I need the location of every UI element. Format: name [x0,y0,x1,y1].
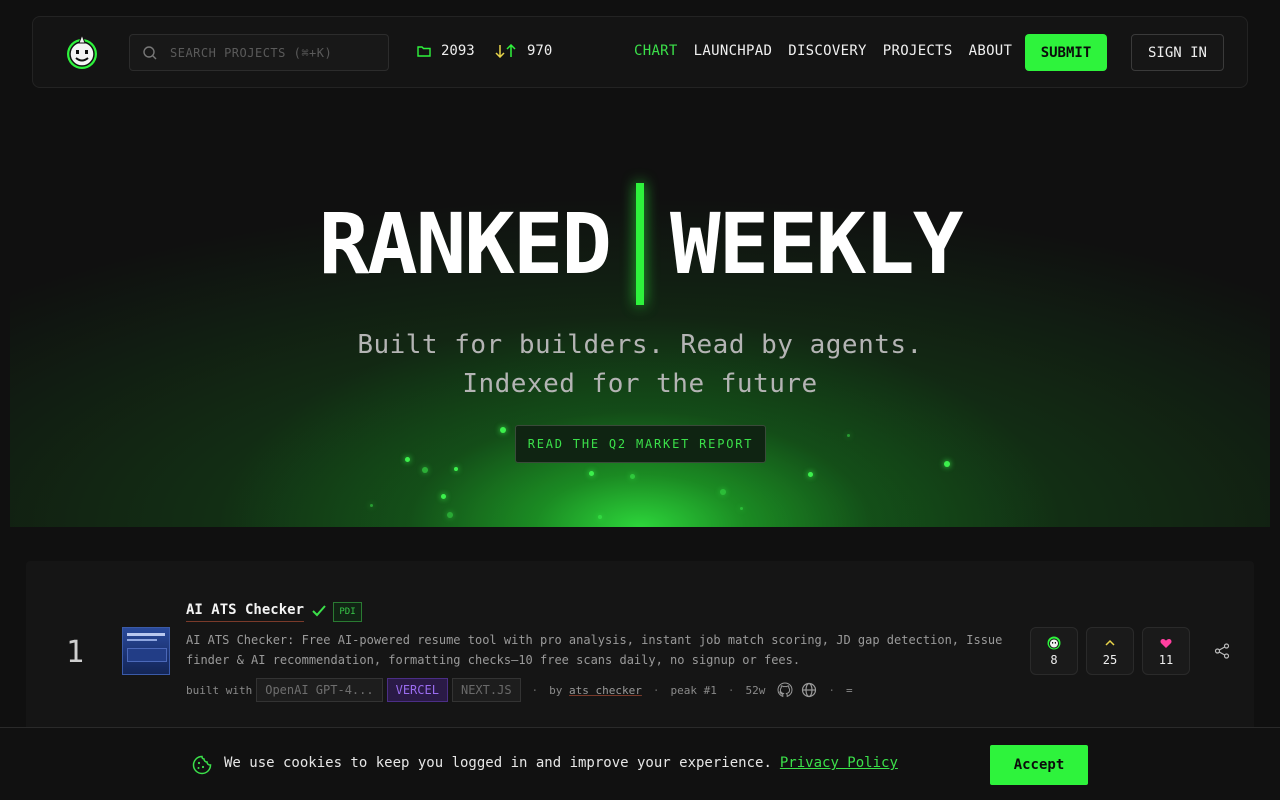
hero-tagline: Built for builders. Read by agents. Inde… [10,326,1270,404]
particle [720,489,726,495]
verified-check-icon [312,605,326,617]
up-down-arrows-icon [495,44,516,58]
rocket-counter[interactable]: 8 [1030,627,1078,675]
hero-section: RANKED WEEKLY Built for builders. Read b… [10,110,1270,527]
projects-count-value: 2093 [441,43,475,59]
project-title[interactable]: AI ATS Checker [186,602,305,622]
peak-rank: peak #1 [670,683,717,697]
top-navbar: 2093 970 CHART LAUNCHPAD DISCOVERY PROJE… [32,16,1248,88]
submit-button[interactable]: SUBMIT [1025,34,1107,71]
particle [598,515,602,519]
search-icon [143,45,157,59]
meta-separator: · [828,683,836,697]
built-with-label: built with [186,683,253,697]
projects-count: 2093 [417,43,475,59]
nav-link-chart[interactable]: CHART [634,43,678,59]
particle [808,472,813,477]
particle [944,461,950,467]
particle [422,467,428,473]
particle [630,474,635,479]
rank-number: 1 [66,635,85,670]
headline-word-left: RANKED [318,195,612,293]
by-label: by [549,683,563,697]
folder-icon [417,46,431,57]
particle [370,504,373,507]
nav-link-about[interactable]: ABOUT [969,43,1013,59]
votes-count-value: 970 [527,43,553,59]
rocket-logo-icon [1047,635,1061,651]
pdi-badge: PDI [333,602,362,622]
sign-in-button[interactable]: SIGN IN [1131,34,1224,71]
nav-link-launchpad[interactable]: LAUNCHPAD [694,43,773,59]
cookie-text: We use cookies to keep you logged in and… [224,755,772,771]
meta-separator: · [652,683,660,697]
cookie-message: We use cookies to keep you logged in and… [224,755,898,771]
chevron-up-icon [1105,635,1115,651]
particle [847,434,850,437]
rocket-count: 8 [1050,653,1058,667]
logo-icon[interactable] [63,33,101,71]
upvote-count: 25 [1102,653,1118,667]
meta-extra: = [846,683,853,697]
votes-count: 970 [495,43,552,59]
stack-chip-vercel[interactable]: VERCEL [386,678,448,702]
cookie-icon [192,755,212,775]
project-meta: built with OpenAI GPT-4... VERCEL NEXT.J… [186,678,853,702]
meta-separator: · [727,683,735,697]
stack-chip-openai[interactable]: OpenAI GPT-4... [256,678,383,702]
share-icon[interactable] [1214,643,1230,659]
project-thumbnail[interactable] [122,627,170,675]
github-icon[interactable] [777,682,793,698]
search-input[interactable] [170,45,370,60]
particle [740,507,743,510]
nav-link-discovery[interactable]: DISCOVERY [788,43,867,59]
cookie-banner: We use cookies to keep you logged in and… [0,727,1280,800]
headline-divider [636,183,644,305]
market-report-button[interactable]: READ THE Q2 MARKET REPORT [515,425,766,463]
particle [441,494,446,499]
age-weeks: 52w [745,683,766,697]
main-menu: CHART LAUNCHPAD DISCOVERY PROJECTS ABOUT [634,43,1028,59]
meta-separator: · [531,683,539,697]
particle [447,512,453,518]
hero-headline: RANKED WEEKLY [10,183,1270,305]
tagline-line-2: Indexed for the future [462,369,818,399]
like-count: 11 [1158,653,1174,667]
author-link[interactable]: ats checker [569,684,642,697]
project-description: AI ATS Checker: Free AI-powered resume t… [186,633,1003,667]
stack-chip-nextjs[interactable]: NEXT.JS [451,678,521,702]
like-counter[interactable]: 11 [1142,627,1190,675]
upvote-counter[interactable]: 25 [1086,627,1134,675]
headline-word-right: WEEKLY [670,195,963,293]
nav-link-projects[interactable]: PROJECTS [883,43,953,59]
globe-icon[interactable] [801,682,817,698]
tagline-line-1: Built for builders. Read by agents. [357,330,923,360]
accept-cookies-button[interactable]: Accept [990,745,1088,785]
particle [589,471,594,476]
particle [500,427,506,433]
heart-icon [1160,635,1172,651]
search-box[interactable] [129,34,389,71]
particle [454,467,458,471]
particle [405,457,410,462]
privacy-policy-link[interactable]: Privacy Policy [780,755,898,771]
